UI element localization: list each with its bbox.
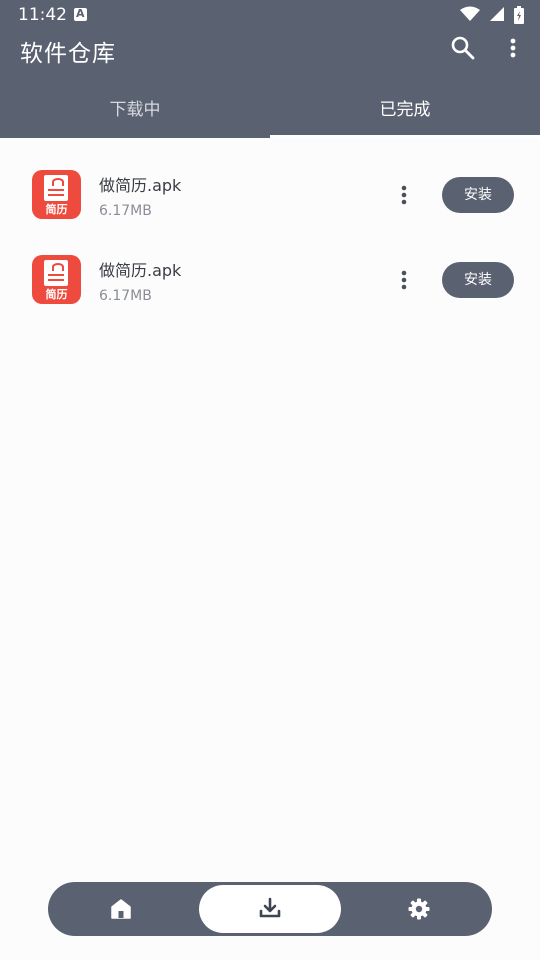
list-item[interactable]: 简历 做简历.apk 6.17MB 安装 xyxy=(0,150,540,234)
overflow-menu-button[interactable] xyxy=(504,36,522,62)
search-button[interactable] xyxy=(450,35,476,61)
app-icon-label: 简历 xyxy=(45,288,68,301)
list-item[interactable]: 简历 做简历.apk 6.17MB 安装 xyxy=(0,235,540,319)
bottom-navigation xyxy=(48,882,492,936)
item-more-button[interactable] xyxy=(394,268,414,292)
resume-app-icon: 简历 xyxy=(32,255,81,304)
document-icon xyxy=(44,260,68,286)
item-more-button[interactable] xyxy=(394,183,414,207)
file-size: 6.17MB xyxy=(99,203,152,219)
more-vert-icon xyxy=(510,38,516,58)
settings-icon xyxy=(408,898,430,920)
tab-indicator xyxy=(270,135,540,138)
file-size: 6.17MB xyxy=(99,288,152,304)
install-button[interactable]: 安装 xyxy=(442,177,514,213)
notification-icon xyxy=(74,7,87,21)
tab-completed[interactable]: 已完成 xyxy=(270,85,540,138)
home-icon xyxy=(111,899,131,919)
app-icon-label: 简历 xyxy=(45,203,68,216)
status-time: 11:42 xyxy=(18,5,67,25)
system-icons xyxy=(456,6,524,24)
nav-home[interactable] xyxy=(98,882,144,936)
more-vert-icon xyxy=(401,185,407,205)
file-name: 做简历.apk xyxy=(99,176,182,195)
app-bar: 11:42 软件仓库 下载中 已完成 xyxy=(0,0,540,138)
nav-downloads[interactable] xyxy=(199,885,341,933)
install-button[interactable]: 安装 xyxy=(442,262,514,298)
wifi-icon xyxy=(459,6,480,21)
document-icon xyxy=(44,175,68,201)
nav-settings[interactable] xyxy=(396,882,442,936)
download-icon xyxy=(259,897,281,918)
search-icon xyxy=(451,36,475,60)
tab-downloading[interactable]: 下载中 xyxy=(0,85,270,138)
status-bar: 11:42 xyxy=(0,0,540,30)
file-name: 做简历.apk xyxy=(99,261,182,280)
battery-icon xyxy=(514,6,524,24)
page-title: 软件仓库 xyxy=(20,41,116,67)
more-vert-icon xyxy=(401,270,407,290)
signal-icon xyxy=(489,7,504,21)
resume-app-icon: 简历 xyxy=(32,170,81,219)
